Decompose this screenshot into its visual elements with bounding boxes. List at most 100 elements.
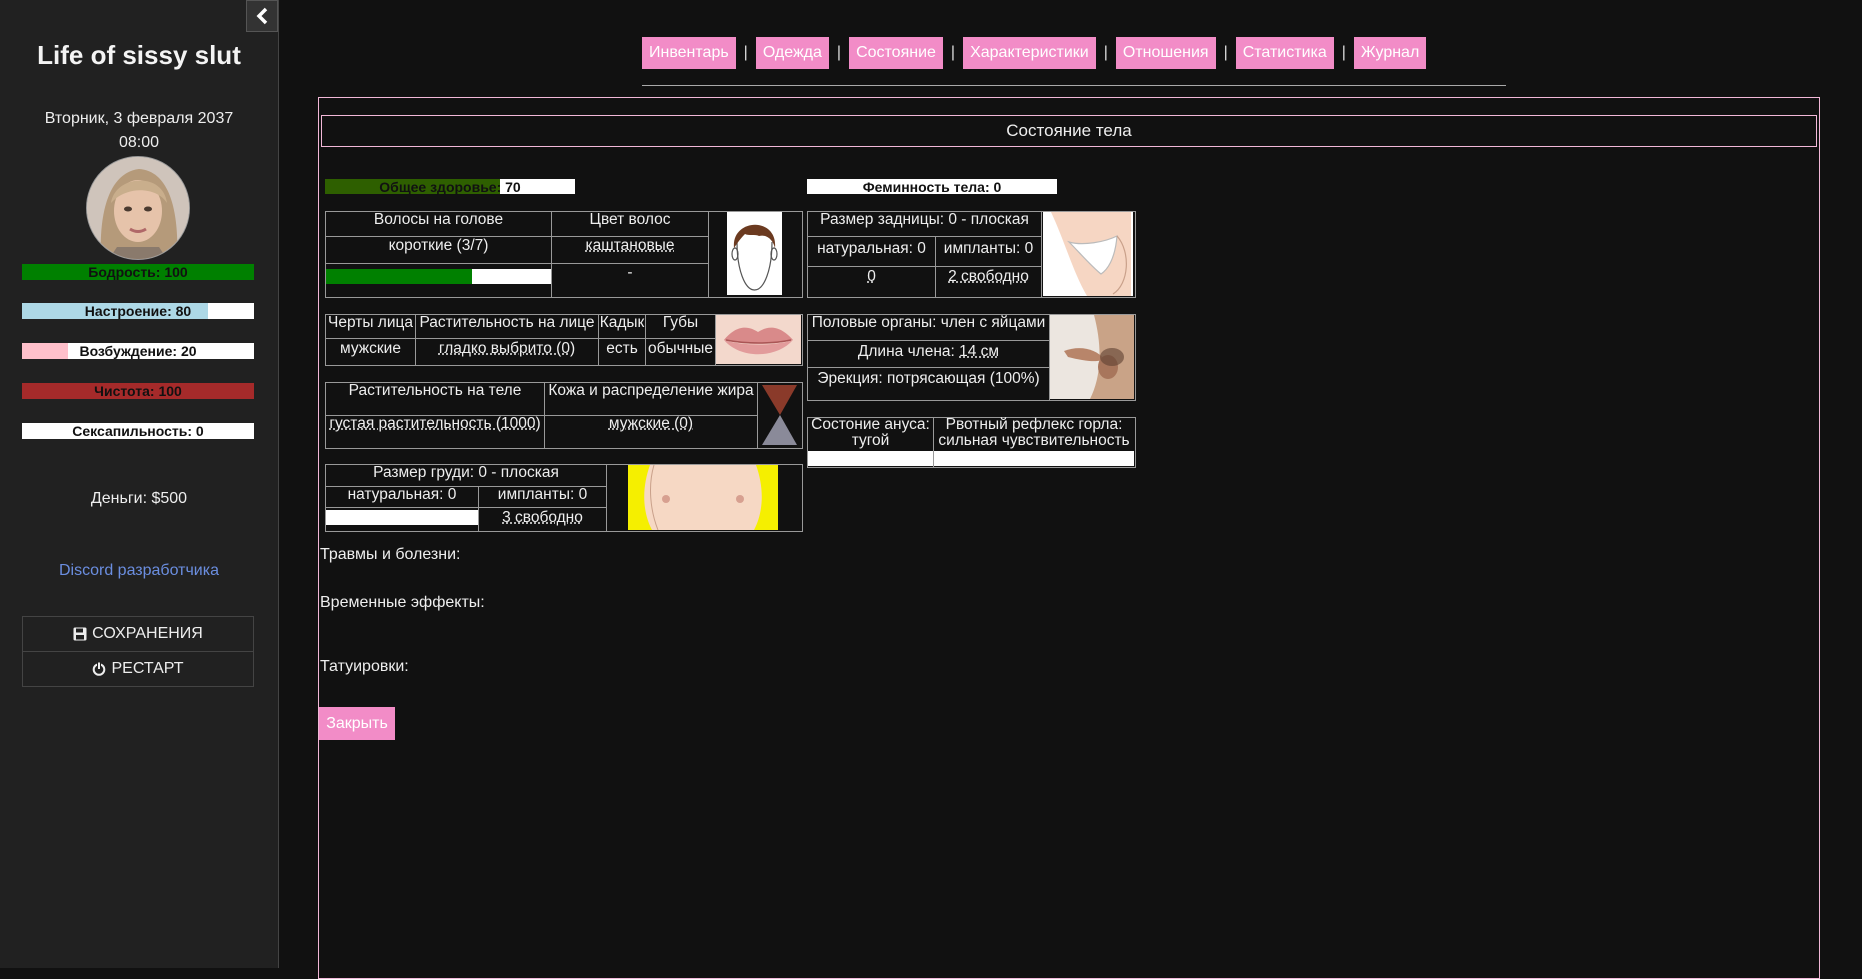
injuries-label: Травмы и болезни: — [320, 546, 460, 564]
tab-separator: | — [744, 44, 748, 62]
restart-button[interactable]: РЕСТАРТ — [22, 651, 254, 687]
hair-length-fill — [326, 269, 472, 284]
divider — [807, 367, 1049, 368]
divider — [1041, 211, 1042, 297]
face-features-header: Черты лица — [326, 314, 415, 332]
facial-hair-value: гладко выбрито (0) — [416, 340, 598, 358]
penis-length-link[interactable]: 14 см — [959, 343, 999, 360]
tab-characteristics[interactable]: Характеристики — [963, 37, 1096, 69]
hair-length-value: короткие (3/7) — [326, 237, 551, 255]
close-button[interactable]: Закрыть — [319, 707, 395, 740]
tab-condition[interactable]: Состояние — [849, 37, 943, 69]
hourglass-icon — [758, 383, 801, 447]
adams-apple-header: Кадык — [599, 314, 645, 332]
avatar — [86, 156, 190, 260]
time-display: 08:00 — [0, 134, 278, 152]
chest-icon — [628, 465, 778, 530]
lips-value: обычные — [646, 340, 715, 358]
money-display: Деньги: $500 — [0, 490, 278, 508]
stat-label: Сексапильность: 0 — [22, 423, 254, 439]
lips-image — [716, 315, 801, 364]
stat-label: Настроение: 80 — [22, 303, 254, 319]
hairstyle-icon — [727, 212, 782, 295]
throat-bar — [934, 451, 1134, 466]
tab-clothing[interactable]: Одежда — [756, 37, 829, 69]
butt-implants: импланты: 0 — [936, 240, 1041, 258]
genitals-icon — [1050, 315, 1134, 399]
discord-link[interactable]: Discord разработчика — [0, 562, 278, 580]
collapse-sidebar-button[interactable] — [246, 0, 278, 32]
lips-icon — [716, 315, 801, 364]
tabs-divider — [642, 85, 1506, 86]
facial-hair-header: Растительность на лице — [416, 314, 598, 332]
throat-label: Рвотный рефлекс горла: — [934, 417, 1134, 433]
power-icon — [92, 662, 106, 676]
divider — [325, 338, 715, 339]
anus-bar — [808, 451, 933, 466]
penis-length-label: Длина члена: — [858, 343, 959, 360]
breast-image — [628, 465, 778, 530]
hair-color-link[interactable]: каштановые — [552, 237, 708, 255]
breast-free-link[interactable]: 3 свободно — [479, 509, 606, 527]
divider — [807, 266, 1041, 267]
divider — [708, 211, 709, 297]
body-hair-header: Растительность на теле — [326, 382, 544, 400]
hair-length-header: Волосы на голове — [326, 211, 551, 229]
restart-label: РЕСТАРТ — [111, 660, 183, 678]
chevron-left-icon — [255, 7, 269, 25]
anus-header: Состоние ануса: тугой — [808, 417, 933, 449]
tab-inventory[interactable]: Инвентарь — [642, 37, 736, 69]
tab-separator: | — [1104, 44, 1108, 62]
effects-label: Временные эффекты: — [320, 594, 485, 612]
genitals-image — [1050, 315, 1134, 399]
stat-meter-energy: Бодрость: 100 — [22, 264, 254, 280]
body-hair-link[interactable]: густая растительность (1000) — [329, 415, 540, 432]
story-title: Life of sissy slut — [0, 40, 278, 71]
stat-meter-cleanliness: Чистота: 100 — [22, 383, 254, 399]
divider — [325, 507, 606, 508]
health-bar: Общее здоровье: 70 — [325, 179, 575, 194]
anus-label: Состоние ануса: — [808, 417, 933, 433]
health-label: Общее здоровье: 70 — [325, 179, 575, 195]
saves-button[interactable]: СОХРАНЕНИЯ — [22, 616, 254, 652]
butt-natural-link[interactable]: 0 — [808, 268, 935, 286]
femininity-label: Феминность тела: 0 — [807, 179, 1057, 195]
tab-relationships[interactable]: Отношения — [1116, 37, 1216, 69]
top-tabs: Инвентарь | Одежда | Состояние | Характе… — [642, 37, 1426, 69]
butt-size-header: Размер задницы: 0 - плоская — [808, 211, 1041, 229]
penis-length-row: Длина члена: 14 см — [808, 343, 1049, 361]
butt-image — [1043, 212, 1133, 296]
floppy-disk-icon — [73, 627, 87, 641]
facial-hair-link[interactable]: гладко выбрито (0) — [439, 340, 575, 357]
body-hair-value: густая растительность (1000) — [326, 415, 544, 433]
butt-icon — [1043, 212, 1133, 296]
stat-label: Бодрость: 100 — [22, 264, 254, 280]
stat-meter-arousal: Возбуждение: 20 — [22, 343, 254, 359]
breast-natural: натуральная: 0 — [326, 486, 478, 504]
skin-fat-value: мужские (0) — [545, 415, 757, 433]
tattoos-label: Татуировки: — [320, 658, 409, 676]
body-shape-image — [758, 383, 801, 447]
panel-title: Состояние тела — [321, 115, 1817, 147]
hair-color-header: Цвет волос — [552, 211, 708, 229]
adams-apple-value: есть — [599, 340, 645, 358]
butt-free-link[interactable]: 2 свободно — [936, 268, 1041, 286]
throat-value: сильная чувствительность — [934, 433, 1134, 449]
breast-size-header: Размер груди: 0 - плоская — [326, 464, 606, 482]
throat-header: Рвотный рефлекс горла: сильная чувствител… — [934, 417, 1134, 449]
divider — [807, 236, 1041, 237]
saves-label: СОХРАНЕНИЯ — [92, 625, 203, 643]
skin-fat-link[interactable]: мужские (0) — [609, 415, 693, 432]
stat-meter-sexappeal: Сексапильность: 0 — [22, 423, 254, 439]
breast-implants: импланты: 0 — [479, 486, 606, 504]
tab-separator: | — [837, 44, 841, 62]
divider — [807, 340, 1049, 341]
face-features-value: мужские — [326, 340, 415, 358]
tab-statistics[interactable]: Статистика — [1236, 37, 1334, 69]
date-display: Вторник, 3 февраля 2037 — [0, 110, 278, 128]
stat-label: Чистота: 100 — [22, 383, 254, 399]
genitals-header: Половые органы: член с яйцами — [808, 314, 1049, 332]
tab-separator: | — [951, 44, 955, 62]
tab-journal[interactable]: Журнал — [1354, 37, 1426, 69]
stat-meter-mood: Настроение: 80 — [22, 303, 254, 319]
